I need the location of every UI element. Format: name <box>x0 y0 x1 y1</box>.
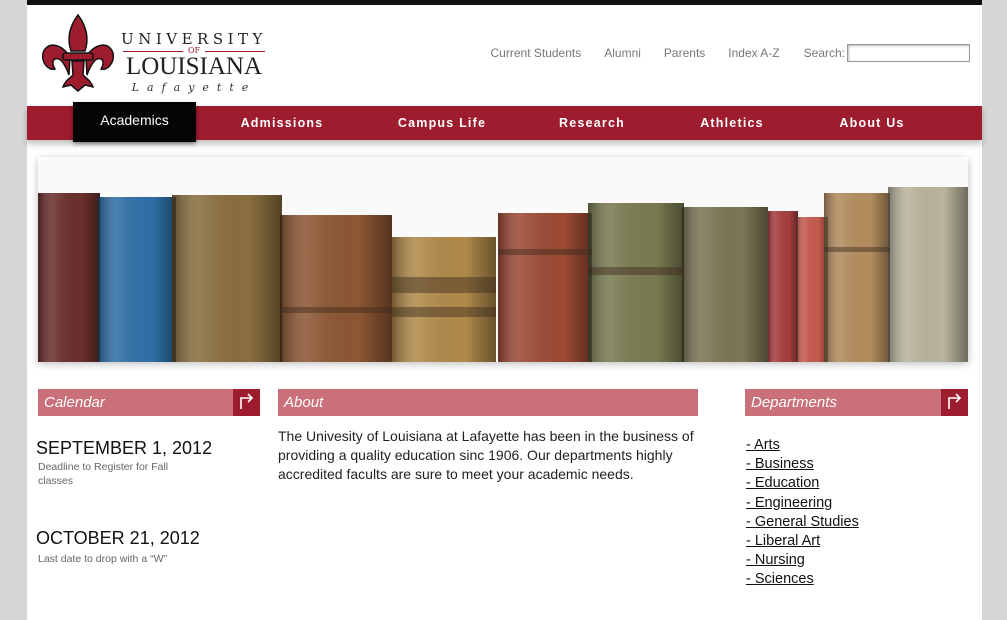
search-label: Search: <box>803 46 845 60</box>
dept-link-engineering[interactable]: - Engineering <box>746 495 832 511</box>
nav-research[interactable]: Research <box>532 106 652 140</box>
calendar-event-date: OCTOBER 21, 2012 <box>36 528 200 548</box>
fleur-de-lis-icon <box>41 13 115 92</box>
page: UNIVERSITY OF LOUISIANA Lafayette Curren… <box>27 0 982 620</box>
dept-link-education[interactable]: - Education <box>746 475 819 491</box>
departments-header: Departments <box>745 389 968 416</box>
link-index-a-z[interactable]: Index A-Z <box>728 46 779 60</box>
logo-line-of: OF <box>119 47 269 55</box>
utility-links: Current Students Alumni Parents Index A-… <box>468 44 970 62</box>
link-alumni[interactable]: Alumni <box>604 46 641 60</box>
logo-line-louisiana: LOUISIANA <box>125 53 263 80</box>
dept-link-arts[interactable]: - Arts <box>746 437 780 453</box>
calendar-title: Calendar <box>44 394 105 411</box>
nav-admissions[interactable]: Admissions <box>222 106 342 140</box>
about-header: About <box>278 389 698 416</box>
university-logo[interactable]: UNIVERSITY OF LOUISIANA Lafayette <box>39 13 269 99</box>
dept-link-general-studies[interactable]: - General Studies <box>746 514 859 530</box>
logo-line-university: UNIVERSITY <box>121 30 267 48</box>
expand-arrow-icon[interactable] <box>233 389 260 416</box>
logo-line-lafayette: Lafayette <box>131 81 257 94</box>
list-item: - Business <box>746 455 859 474</box>
search-input[interactable] <box>847 44 970 62</box>
calendar-event-desc: Last date to drop with a “W” <box>38 553 167 565</box>
list-item: - Education <box>746 474 859 493</box>
dept-link-liberal-art[interactable]: - Liberal Art <box>746 533 820 549</box>
calendar-header: Calendar <box>38 389 260 416</box>
list-item: - Arts <box>746 436 859 455</box>
nav-athletics[interactable]: Athletics <box>672 106 792 140</box>
expand-arrow-icon[interactable] <box>941 389 968 416</box>
main-nav: Academics Admissions Campus Life Researc… <box>27 102 982 142</box>
banner-books-image <box>38 157 968 362</box>
nav-about-us[interactable]: About Us <box>812 106 932 140</box>
list-item: - Sciences <box>746 570 859 589</box>
link-parents[interactable]: Parents <box>664 46 705 60</box>
nav-academics[interactable]: Academics <box>73 102 196 142</box>
departments-list: - Arts - Business - Education - Engineer… <box>746 436 859 590</box>
dept-link-sciences[interactable]: - Sciences <box>746 571 814 587</box>
logo-wordmark: UNIVERSITY OF LOUISIANA Lafayette <box>119 31 269 94</box>
dept-link-business[interactable]: - Business <box>746 456 814 472</box>
nav-campus-life[interactable]: Campus Life <box>382 106 502 140</box>
link-current-students[interactable]: Current Students <box>491 46 582 60</box>
departments-title: Departments <box>751 394 837 411</box>
list-item: - Liberal Art <box>746 532 859 551</box>
list-item: - Engineering <box>746 494 859 513</box>
about-title: About <box>284 394 324 411</box>
list-item: - Nursing <box>746 551 859 570</box>
list-item: - General Studies <box>746 513 859 532</box>
calendar-event-desc: Deadline to Register for Fall classes <box>38 461 169 487</box>
about-text: The Univesity of Louisiana at Lafayette … <box>278 428 694 482</box>
calendar-event-date: SEPTEMBER 1, 2012 <box>36 438 213 458</box>
dept-link-nursing[interactable]: - Nursing <box>746 552 805 568</box>
